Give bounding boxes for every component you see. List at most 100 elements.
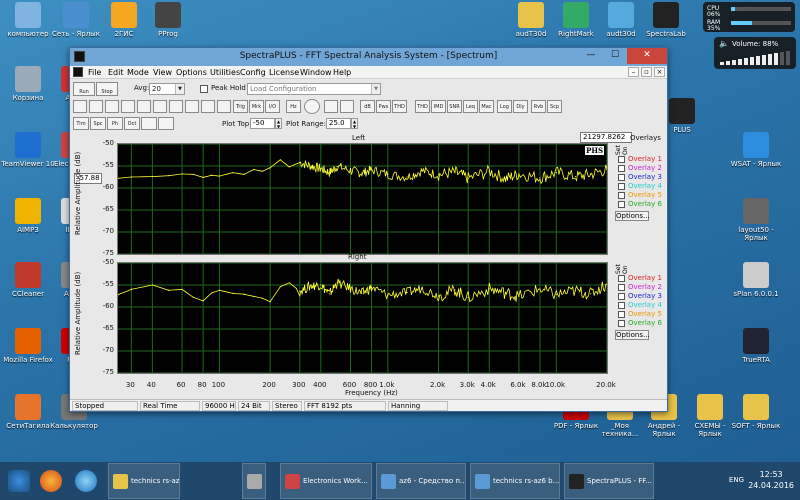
run-button[interactable]: Run bbox=[73, 82, 95, 96]
overlay-3-checkbox[interactable] bbox=[618, 174, 625, 181]
system-clock[interactable]: 12:53 24.04.2016 bbox=[748, 469, 794, 491]
menu-window[interactable]: Window bbox=[300, 68, 332, 77]
toolbar-pws-button[interactable]: Pws bbox=[376, 100, 391, 113]
toolbar-trig-button[interactable]: Trig bbox=[233, 100, 248, 113]
right-channel-plot[interactable] bbox=[117, 262, 608, 374]
cpu-meter-gadget[interactable]: CPU 06% RAM 35% bbox=[703, 2, 795, 32]
avg-select[interactable]: 20 ▼ bbox=[149, 83, 185, 95]
taskbar-item-3[interactable]: az6 - Средство п... bbox=[376, 463, 466, 499]
taskbar-item-0[interactable]: technics rs-az6 bbox=[108, 463, 180, 499]
mdi-restore-button[interactable]: ▫ bbox=[641, 67, 652, 77]
right-3-splan-6-0-0-1-icon[interactable]: sPlan 6.0.0.1 bbox=[728, 262, 784, 298]
right-2-layout50-ярлык-icon[interactable]: layout50 - Ярлык bbox=[728, 198, 784, 242]
mdi-close-button[interactable]: × bbox=[654, 67, 665, 77]
tool-button-6[interactable] bbox=[169, 100, 183, 113]
plot-range-spinner[interactable]: ▲ ▼ bbox=[351, 118, 358, 129]
menu-view[interactable]: View bbox=[153, 68, 172, 77]
left-channel-plot[interactable]: PHS bbox=[117, 143, 608, 255]
right-4-truerta-icon[interactable]: TrueRTA bbox=[728, 328, 784, 364]
overlay-5-checkbox[interactable] bbox=[618, 311, 625, 318]
overlay-3-checkbox[interactable] bbox=[618, 293, 625, 300]
overlay-options-button[interactable]: Options... bbox=[615, 330, 650, 340]
menu-options[interactable]: Options bbox=[176, 68, 207, 77]
toolbar-log-button[interactable]: Log bbox=[497, 100, 512, 113]
overlay-4-checkbox[interactable] bbox=[618, 183, 625, 190]
tool-button-3[interactable] bbox=[121, 100, 135, 113]
overlay-6-checkbox[interactable] bbox=[618, 201, 625, 208]
menu-help[interactable]: Help bbox=[333, 68, 351, 77]
pause-button[interactable] bbox=[324, 100, 338, 113]
spectraplus-window[interactable]: SpectraPLUS - FFT Spectral Analysis Syst… bbox=[69, 47, 668, 412]
menu-file[interactable]: File bbox=[88, 68, 101, 77]
overlay-6-checkbox[interactable] bbox=[618, 320, 625, 327]
toolbar-db-button[interactable]: dB bbox=[360, 100, 375, 113]
overlay-5-checkbox[interactable] bbox=[618, 192, 625, 199]
tool-button-9[interactable] bbox=[217, 100, 231, 113]
language-indicator[interactable]: ENG bbox=[729, 476, 744, 484]
stop-button[interactable]: Stop bbox=[96, 82, 118, 96]
settings-dial-button[interactable] bbox=[304, 99, 320, 114]
view-mode-button-3[interactable]: Oct bbox=[124, 117, 140, 130]
overlay-1-checkbox[interactable] bbox=[618, 275, 625, 282]
menu-config[interactable]: Config bbox=[240, 68, 266, 77]
view-mode-button-5[interactable] bbox=[158, 117, 174, 130]
start-button[interactable] bbox=[8, 470, 30, 492]
overlay-2-checkbox[interactable] bbox=[618, 165, 625, 172]
toolbar-thd-n-button[interactable]: THD +N bbox=[415, 100, 430, 113]
overlay-6-row[interactable]: Overlay 6 bbox=[615, 200, 663, 210]
volume-level-bars[interactable] bbox=[720, 51, 792, 65]
view-mode-button-2[interactable]: Ph bbox=[107, 117, 123, 130]
right-1-wsat-ярлык-icon[interactable]: WSAT - Ярлык bbox=[728, 132, 784, 168]
view-mode-button-0[interactable]: Tim bbox=[73, 117, 89, 130]
bottom-3-схемы-ярлык-icon[interactable]: СХЕМЫ - Ярлык bbox=[682, 394, 738, 438]
toolbar-dly-button[interactable]: Dly bbox=[513, 100, 528, 113]
overlay-4-checkbox[interactable] bbox=[618, 302, 625, 309]
ie-pinned-icon[interactable] bbox=[75, 470, 97, 492]
top-3-spectralab-icon[interactable]: SpectraLab bbox=[638, 2, 694, 38]
tool-button-5[interactable] bbox=[153, 100, 167, 113]
mdi-doc-icon[interactable] bbox=[73, 67, 83, 77]
taskbar-item-5[interactable]: SpectraPLUS - FF... bbox=[564, 463, 654, 499]
tool-button-7[interactable] bbox=[185, 100, 199, 113]
taskbar-item-1[interactable] bbox=[242, 463, 266, 499]
toolbar-thd-button[interactable]: THD bbox=[392, 100, 407, 113]
menu-utilities[interactable]: Utilities bbox=[210, 68, 240, 77]
firefox-pinned-icon[interactable] bbox=[40, 470, 62, 492]
toolbar-i-o-button[interactable]: I/O bbox=[265, 100, 280, 113]
toolbar-leq-button[interactable]: Leq bbox=[463, 100, 478, 113]
toolbar-imd-button[interactable]: IMD bbox=[431, 100, 446, 113]
plot-range-input[interactable]: 25.0 bbox=[326, 118, 351, 129]
toolbar-snr-button[interactable]: SNR bbox=[447, 100, 462, 113]
overlay-6-row[interactable]: Overlay 6 bbox=[615, 319, 663, 329]
tool-button-2[interactable] bbox=[105, 100, 119, 113]
minimize-button[interactable]: — bbox=[579, 48, 603, 64]
mdi-minimize-button[interactable]: – bbox=[628, 67, 639, 77]
tool-button-0[interactable] bbox=[73, 100, 87, 113]
left-3-pprog-icon[interactable]: PProg bbox=[140, 2, 196, 38]
toolbar-hz-button[interactable]: Hz bbox=[286, 100, 301, 113]
toolbar-scp-button[interactable]: Scp bbox=[547, 100, 562, 113]
toolbar-rvb-button[interactable]: Rvb bbox=[531, 100, 546, 113]
menu-license[interactable]: License bbox=[269, 68, 299, 77]
view-mode-button-1[interactable]: Spc bbox=[90, 117, 106, 130]
close-button[interactable]: ✕ bbox=[627, 48, 667, 64]
menu-edit[interactable]: Edit bbox=[108, 68, 124, 77]
peak-hold-checkbox[interactable] bbox=[200, 85, 208, 93]
view-mode-button-4[interactable] bbox=[141, 117, 157, 130]
taskbar-item-4[interactable]: technics rs-az6 b... bbox=[470, 463, 560, 499]
speaker-button[interactable] bbox=[340, 100, 354, 113]
maximize-button[interactable]: ☐ bbox=[603, 48, 627, 64]
plot-top-spinner[interactable]: ▲ ▼ bbox=[275, 118, 282, 129]
volume-gadget[interactable]: 🔈 Volume: 88% bbox=[714, 37, 796, 69]
toolbar-mac-button[interactable]: Mac bbox=[479, 100, 494, 113]
taskbar-item-2[interactable]: Electronics Work... bbox=[280, 463, 372, 499]
load-configuration-select[interactable]: Load Configuration ▼ bbox=[247, 83, 381, 95]
overlay-options-button[interactable]: Options... bbox=[615, 211, 650, 221]
plot-top-input[interactable]: -50 bbox=[250, 118, 275, 129]
tool-button-4[interactable] bbox=[137, 100, 151, 113]
overlay-2-checkbox[interactable] bbox=[618, 284, 625, 291]
toolbar-mrk-button[interactable]: Mrk bbox=[249, 100, 264, 113]
tool-button-8[interactable] bbox=[201, 100, 215, 113]
title-bar[interactable]: SpectraPLUS - FFT Spectral Analysis Syst… bbox=[70, 48, 667, 66]
menu-mode[interactable]: Mode bbox=[127, 68, 149, 77]
